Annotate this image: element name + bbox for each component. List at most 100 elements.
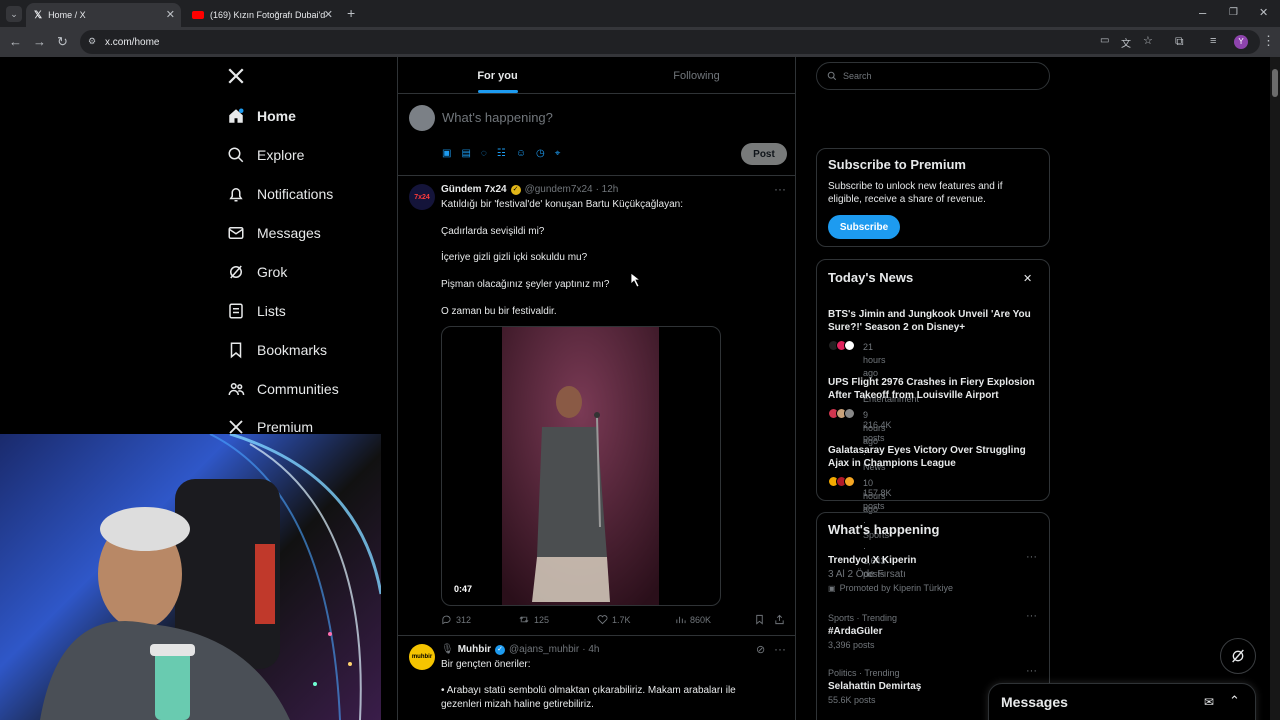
mail-icon	[228, 227, 244, 239]
tweet[interactable]: 7x24 Gündem 7x24 ✓ @gundem7x24 · 12h ···…	[398, 176, 796, 636]
search-input[interactable]: Search	[816, 62, 1050, 90]
emoji-icon[interactable]: ☺	[516, 148, 526, 159]
tweet[interactable]: muhbir 🎙 Muhbir ✓ @ajans_muhbir · 4h ⊘ ·…	[398, 637, 796, 720]
sidebar-item-messages[interactable]: Messages	[227, 218, 321, 248]
sidebar-item-home[interactable]: Home	[227, 101, 296, 131]
reload-icon[interactable]: ↻	[57, 35, 68, 49]
scrollbar[interactable]	[1270, 57, 1280, 720]
news-headline: UPS Flight 2976 Crashes in Fiery Explosi…	[828, 377, 1035, 388]
grok-icon[interactable]: ◌	[481, 148, 487, 159]
sidebar-item-lists[interactable]: Lists	[227, 296, 286, 326]
author-handle[interactable]: @ajans_muhbir	[509, 644, 579, 655]
cast-icon[interactable]: ▭	[1100, 35, 1109, 46]
news-headline: BTS's Jimin and Jungkook Unveil 'Are You	[828, 309, 1031, 320]
new-message-icon[interactable]: ✉	[1204, 695, 1214, 709]
more-icon[interactable]: ···	[1026, 610, 1037, 622]
scrollbar-thumb[interactable]	[1272, 69, 1278, 97]
search-icon	[827, 71, 837, 81]
home-icon	[229, 108, 244, 123]
poll-icon[interactable]: ☷	[497, 148, 506, 159]
tab-for-you[interactable]: For you	[398, 57, 597, 94]
sidebar-item-grok[interactable]: Grok	[227, 257, 287, 287]
webcam-image	[40, 434, 381, 720]
heart-icon	[597, 615, 608, 625]
menu-icon[interactable]: ⋮	[1262, 34, 1275, 48]
video-player[interactable]: 0:47	[441, 326, 721, 606]
site-info-icon[interactable]: ⚙	[88, 36, 96, 47]
schedule-icon[interactable]: ◷	[536, 148, 545, 159]
reply-button[interactable]: 312	[441, 614, 471, 625]
tweet-time[interactable]: · 12h	[596, 184, 619, 195]
expand-icon[interactable]: ⌃	[1229, 693, 1240, 709]
bookmark-star-icon[interactable]: ☆	[1143, 34, 1153, 47]
more-icon[interactable]: ···	[774, 182, 786, 196]
news-item[interactable]: UPS Flight 2976 Crashes in Fiery Explosi…	[828, 376, 1043, 511]
tab-youtube[interactable]: (169) Kızın Fotoğrafı Dubai'de ✕	[184, 3, 339, 27]
grok-icon[interactable]: ⊘	[756, 643, 765, 656]
verified-badge-icon: ✓	[510, 184, 521, 195]
share-button[interactable]	[774, 614, 785, 625]
news-headline: After Takeoff from Louisville Airport	[828, 390, 999, 401]
trend-subtitle: 3 Al 2 Öde Fırsatı	[828, 569, 906, 580]
media-icon[interactable]: ≡	[1210, 34, 1216, 48]
x-page: Home Explore Notifications Messages Grok…	[0, 57, 1280, 720]
forward-icon[interactable]: →	[33, 35, 46, 49]
more-icon[interactable]: ···	[1026, 551, 1037, 563]
gif-icon[interactable]: ▤	[461, 148, 470, 159]
search-placeholder: Search	[843, 71, 872, 81]
avatar-stack	[828, 408, 855, 419]
close-tab-icon[interactable]: ✕	[166, 8, 175, 21]
sidebar-item-label: Messages	[257, 225, 321, 241]
sidebar-item-explore[interactable]: Explore	[227, 140, 304, 170]
address-bar[interactable]: ⚙ x.com/home ▭ 文 ☆	[80, 30, 1260, 54]
bell-icon	[229, 188, 243, 202]
like-button[interactable]: 1.7K	[597, 614, 631, 625]
restore-icon[interactable]: ❐	[1229, 6, 1238, 20]
compose-input[interactable]: What's happening?	[442, 110, 553, 125]
close-icon[interactable]: ✕	[1023, 272, 1032, 285]
minimize-icon[interactable]: –	[1199, 6, 1206, 20]
new-tab-button[interactable]: +	[347, 6, 355, 20]
close-tab-icon[interactable]: ✕	[324, 8, 333, 21]
extensions-icon[interactable]: ⧉	[1175, 34, 1184, 48]
news-title: Today's News	[828, 270, 914, 285]
trend-item[interactable]: Trendyol X Kiperin 3 Al 2 Öde Fırsatı ▣ …	[828, 551, 1043, 593]
sidebar-item-notifications[interactable]: Notifications	[227, 179, 333, 209]
mic-icon: 🎙	[441, 644, 454, 655]
avatar[interactable]: muhbir	[409, 644, 435, 670]
trend-item[interactable]: Sports · Trending #ArdaGüler 3,396 posts…	[828, 610, 1043, 650]
translate-icon[interactable]: 文	[1121, 35, 1131, 50]
like-count: 1.7K	[612, 614, 631, 625]
more-icon[interactable]: ···	[1026, 665, 1037, 677]
subscribe-button[interactable]: Subscribe	[828, 215, 900, 239]
sidebar-item-bookmarks[interactable]: Bookmarks	[227, 335, 327, 365]
more-icon[interactable]: ···	[774, 642, 786, 656]
messages-drawer[interactable]: Messages ✉ ⌃	[988, 683, 1256, 720]
tweet-time[interactable]: · 4h	[582, 644, 599, 655]
repost-button[interactable]: 125	[518, 614, 549, 625]
back-icon[interactable]: ←	[9, 35, 22, 49]
location-icon[interactable]: ⌖	[555, 148, 561, 159]
profile-avatar[interactable]: Y	[1234, 35, 1248, 49]
tab-search-button[interactable]: ⌄	[6, 6, 22, 22]
author-name[interactable]: Muhbir	[458, 644, 491, 655]
tab-label: Following	[673, 69, 720, 82]
tab-home-x[interactable]: 𝕏 Home / X ✕	[26, 3, 181, 27]
author-name[interactable]: Gündem 7x24	[441, 184, 507, 195]
bookmark-button[interactable]	[754, 614, 765, 625]
x-logo-icon[interactable]	[227, 67, 245, 85]
avatar[interactable]: 7x24	[409, 184, 435, 210]
window-close-icon[interactable]: ✕	[1259, 6, 1268, 20]
news-item[interactable]: Galatasaray Eyes Victory Over Struggling…	[828, 444, 1043, 579]
tab-following[interactable]: Following	[597, 57, 796, 94]
trend-title: #ArdaGüler	[828, 626, 883, 637]
author-handle[interactable]: @gundem7x24	[525, 184, 593, 195]
views-button[interactable]: 860K	[675, 614, 711, 625]
view-count: 860K	[690, 614, 712, 625]
post-button[interactable]: Post	[741, 143, 787, 165]
sidebar-item-communities[interactable]: Communities	[227, 374, 339, 404]
people-icon	[228, 383, 245, 396]
news-item[interactable]: BTS's Jimin and Jungkook Unveil 'Are You…	[828, 308, 1043, 443]
image-icon[interactable]: ▣	[442, 148, 451, 159]
grok-floating-button[interactable]	[1220, 638, 1256, 674]
